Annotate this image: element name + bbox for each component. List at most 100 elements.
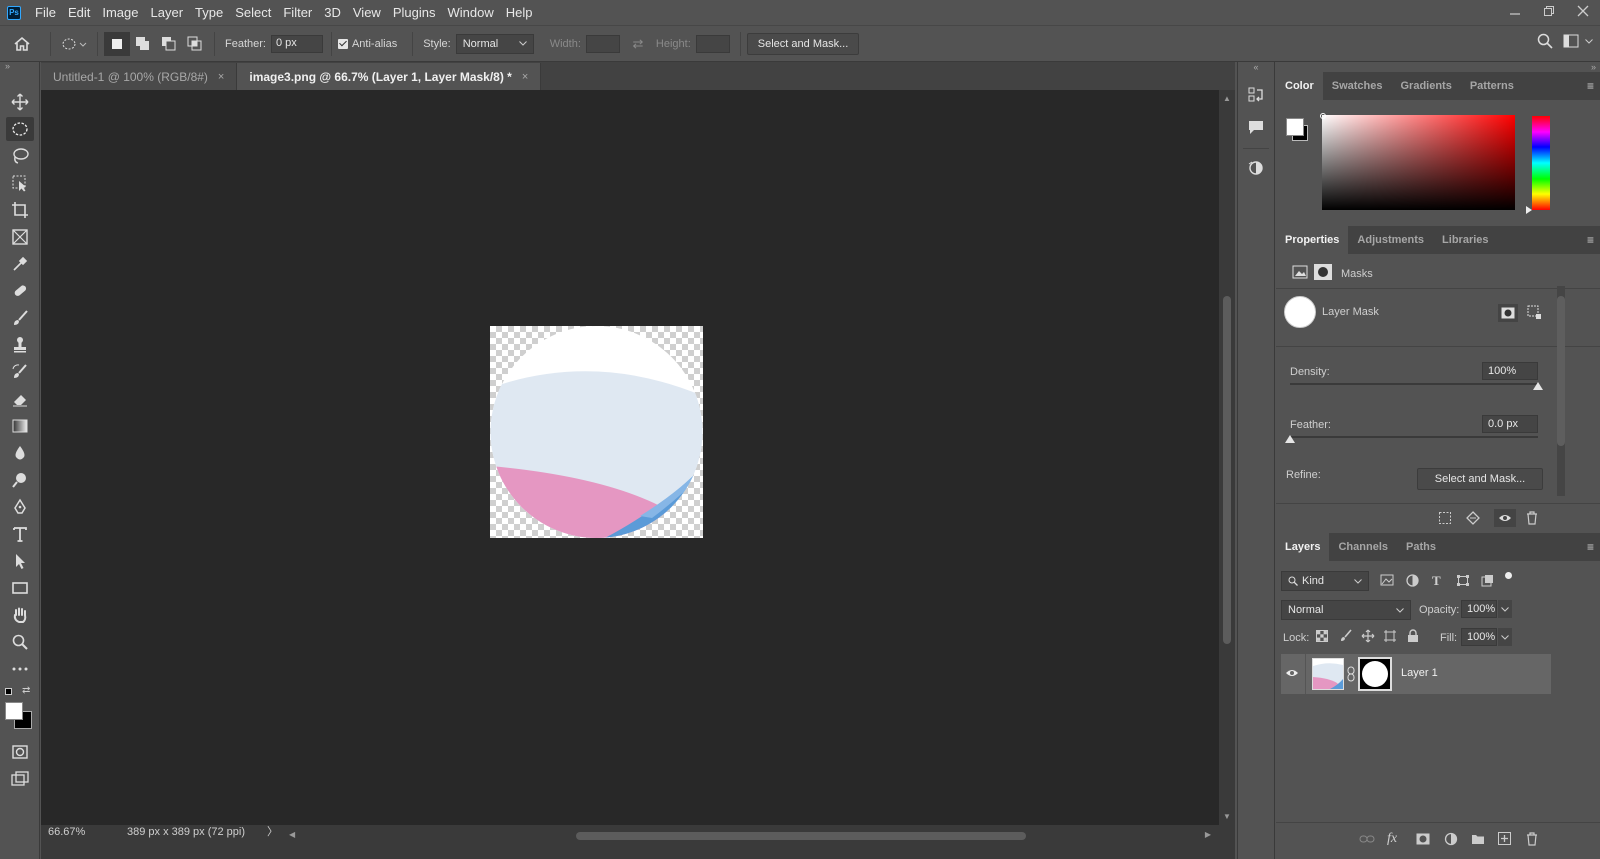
density-input[interactable]: 100%: [1482, 362, 1538, 380]
comments-panel-icon[interactable]: [1243, 114, 1269, 140]
tab-swatches[interactable]: Swatches: [1323, 72, 1392, 100]
menu-file[interactable]: File: [29, 0, 62, 25]
layer-filter-select[interactable]: Kind: [1281, 571, 1369, 591]
menu-view[interactable]: View: [347, 0, 387, 25]
menu-type[interactable]: Type: [189, 0, 229, 25]
panel-menu-icon[interactable]: ≡: [1587, 540, 1594, 554]
height-input[interactable]: [695, 34, 730, 53]
swap-width-height-icon[interactable]: ⇄: [620, 36, 656, 52]
visibility-eye-icon[interactable]: [1285, 668, 1299, 678]
menu-3d[interactable]: 3D: [318, 0, 347, 25]
pen-tool-icon[interactable]: [6, 495, 34, 519]
vertical-scrollbar[interactable]: ▲ ▼: [1219, 90, 1235, 825]
add-mask-icon[interactable]: [1416, 833, 1430, 845]
tab-properties[interactable]: Properties: [1276, 226, 1349, 254]
feather-input[interactable]: 0 px: [270, 34, 323, 53]
collapse-dock-icon[interactable]: »: [1591, 62, 1596, 72]
object-selection-tool-icon[interactable]: [6, 171, 34, 195]
panel-menu-icon[interactable]: ≡: [1587, 79, 1594, 93]
select-and-mask-button[interactable]: Select and Mask...: [746, 32, 860, 55]
eyedropper-tool-icon[interactable]: [6, 252, 34, 276]
tab-untitled-1[interactable]: Untitled-1 @ 100% (RGB/8#) ×: [41, 63, 238, 90]
panel-menu-icon[interactable]: ≡: [1587, 233, 1594, 247]
feather-input[interactable]: 0.0 px: [1482, 415, 1538, 433]
rectangle-tool-icon[interactable]: [6, 576, 34, 600]
lock-image-pixels-icon[interactable]: [1339, 629, 1353, 643]
lock-transparent-pixels-icon[interactable]: [1316, 630, 1328, 642]
document-image[interactable]: [490, 326, 703, 538]
filter-type-icon[interactable]: T: [1432, 573, 1441, 589]
density-slider-track[interactable]: [1290, 383, 1538, 385]
tab-gradients[interactable]: Gradients: [1391, 72, 1460, 100]
add-to-selection-icon[interactable]: [130, 36, 156, 52]
foreground-color-swatch[interactable]: [1286, 118, 1304, 136]
delete-mask-icon[interactable]: [1526, 511, 1538, 525]
close-tab-icon[interactable]: ×: [218, 71, 224, 83]
load-selection-icon[interactable]: [1438, 511, 1452, 525]
swap-colors-icon[interactable]: ⇄: [22, 685, 30, 696]
frame-tool-icon[interactable]: [6, 225, 34, 249]
zoom-level[interactable]: 66.67%: [48, 825, 85, 839]
layer-name[interactable]: Layer 1: [1401, 667, 1438, 679]
scroll-right-icon[interactable]: ▶: [1205, 830, 1211, 839]
link-layers-icon[interactable]: [1359, 834, 1375, 844]
minimize-icon[interactable]: [1498, 0, 1532, 22]
close-icon[interactable]: [1566, 0, 1600, 22]
color-picker-cursor[interactable]: [1320, 113, 1326, 119]
layer-mask-thumbnail[interactable]: [1358, 657, 1392, 691]
filter-toggle-icon[interactable]: [1505, 572, 1512, 579]
zoom-tool-icon[interactable]: [6, 630, 34, 654]
select-and-mask-button[interactable]: Select and Mask...: [1417, 468, 1543, 490]
menu-help[interactable]: Help: [500, 0, 539, 25]
menu-filter[interactable]: Filter: [277, 0, 318, 25]
close-tab-icon[interactable]: ×: [522, 71, 528, 83]
new-adjustment-layer-icon[interactable]: [1444, 832, 1458, 846]
mask-link-icon[interactable]: [1347, 666, 1355, 682]
clone-stamp-tool-icon[interactable]: [6, 333, 34, 357]
history-panel-icon[interactable]: [1243, 82, 1269, 108]
vector-mask-icon[interactable]: [1526, 304, 1542, 320]
style-select[interactable]: Normal: [455, 33, 534, 54]
subtract-from-selection-icon[interactable]: [156, 36, 182, 52]
crop-tool-icon[interactable]: [6, 198, 34, 222]
density-slider-thumb[interactable]: [1533, 382, 1543, 390]
horizontal-scroll-thumb[interactable]: [576, 832, 1026, 840]
gradient-tool-icon[interactable]: [6, 414, 34, 438]
status-menu-arrow[interactable]: 〉: [267, 825, 278, 839]
expand-panels-icon[interactable]: «: [1238, 62, 1274, 72]
fill-dropdown-icon[interactable]: [1498, 628, 1512, 646]
layer-mask-icon[interactable]: [1314, 264, 1332, 280]
tab-adjustments[interactable]: Adjustments: [1348, 226, 1433, 254]
properties-panel-icon[interactable]: [1243, 155, 1269, 181]
default-colors-icon[interactable]: [5, 688, 12, 695]
new-selection-icon[interactable]: [104, 31, 130, 56]
elliptical-marquee-tool-icon[interactable]: [5, 117, 34, 141]
healing-brush-tool-icon[interactable]: [6, 279, 34, 303]
apply-mask-icon[interactable]: [1466, 511, 1480, 525]
filter-pixel-icon[interactable]: [1380, 574, 1394, 586]
history-brush-tool-icon[interactable]: [6, 360, 34, 384]
toolbar-collapse-icon[interactable]: »: [0, 62, 39, 71]
vertical-scroll-thumb[interactable]: [1223, 296, 1231, 644]
move-tool-icon[interactable]: [6, 90, 34, 114]
color-picker-field[interactable]: [1322, 115, 1515, 210]
hue-slider[interactable]: [1532, 116, 1550, 210]
lock-position-icon[interactable]: [1361, 629, 1375, 643]
opacity-input[interactable]: 100%: [1461, 600, 1497, 618]
horizontal-scrollbar[interactable]: ◀ ▶: [289, 830, 1231, 842]
foreground-color-swatch[interactable]: [5, 702, 23, 720]
filter-smart-object-icon[interactable]: [1481, 574, 1494, 587]
home-icon[interactable]: [0, 36, 44, 52]
type-tool-icon[interactable]: [6, 522, 34, 546]
tab-channels[interactable]: Channels: [1329, 533, 1397, 561]
brush-tool-icon[interactable]: [6, 306, 34, 330]
menu-layer[interactable]: Layer: [145, 0, 190, 25]
blur-tool-icon[interactable]: [6, 441, 34, 465]
intersect-selection-icon[interactable]: [182, 36, 208, 52]
chevron-down-icon[interactable]: [1584, 38, 1594, 44]
eraser-tool-icon[interactable]: [6, 387, 34, 411]
filter-adjustment-icon[interactable]: [1406, 574, 1419, 587]
workspace-icon[interactable]: [1558, 34, 1584, 48]
search-icon[interactable]: [1532, 33, 1558, 49]
new-layer-icon[interactable]: [1498, 832, 1511, 845]
